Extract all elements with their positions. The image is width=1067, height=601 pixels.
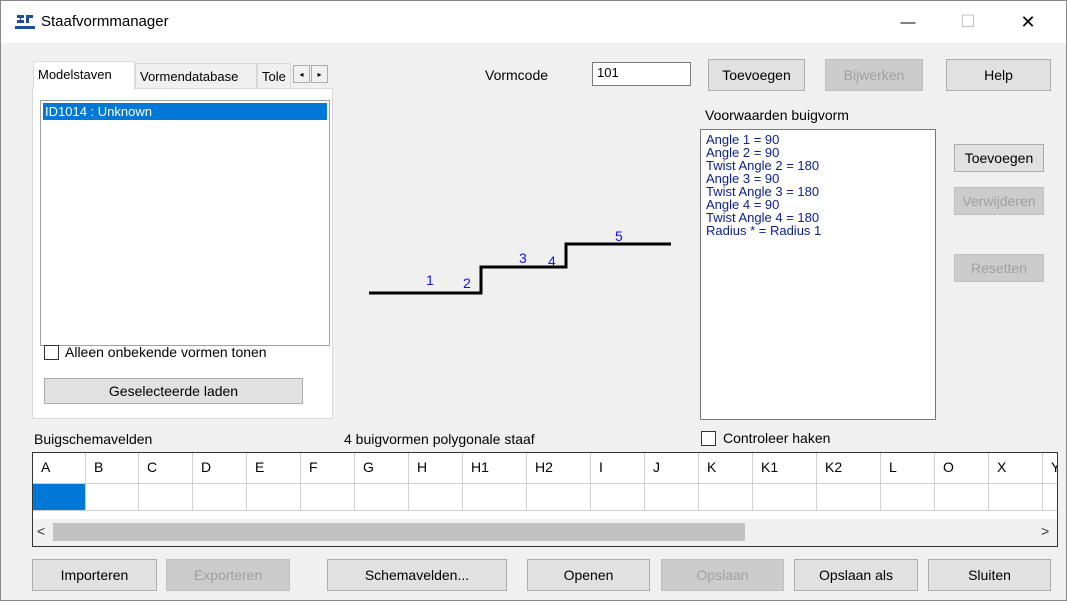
grid-cell[interactable] (301, 483, 355, 511)
save-as-button[interactable]: Opslaan als (794, 559, 918, 591)
maximize-button[interactable]: ☐ (945, 1, 991, 43)
grid-header-cell[interactable]: J (645, 453, 699, 483)
list-item[interactable]: ID1014 : Unknown (43, 103, 327, 120)
grid-header-cell[interactable]: B (86, 453, 139, 483)
import-button[interactable]: Importeren (32, 559, 157, 591)
minimize-icon: — (900, 13, 916, 31)
grid-cell[interactable] (591, 483, 645, 511)
grid-cell[interactable] (1043, 483, 1057, 511)
shape-code-label: Vormcode (485, 67, 549, 83)
grid-header-cell[interactable]: X (989, 453, 1043, 483)
grid-header-cell[interactable]: D (193, 453, 247, 483)
grid-header-cell[interactable]: I (591, 453, 645, 483)
add-condition-button[interactable]: Toevoegen (954, 144, 1044, 172)
export-button[interactable]: Exporteren (166, 559, 290, 591)
tab-tolerances[interactable]: Tole (257, 63, 291, 89)
close-dialog-button[interactable]: Sluiten (928, 559, 1051, 591)
save-button[interactable]: Opslaan (661, 559, 784, 591)
shape-code-input[interactable]: 101 (592, 62, 691, 86)
grid-cell[interactable] (527, 483, 591, 511)
grid-header-cell[interactable]: H1 (463, 453, 527, 483)
scroll-right-icon[interactable]: > (1041, 523, 1049, 539)
help-button[interactable]: Help (946, 59, 1051, 91)
grid-header-cell[interactable]: F (301, 453, 355, 483)
grid-cell[interactable] (881, 483, 935, 511)
grid-cell[interactable] (463, 483, 527, 511)
add-shape-button[interactable]: Toevoegen (708, 59, 805, 91)
tab-scroll-left-button[interactable]: ◂ (293, 65, 310, 83)
close-button[interactable]: ✕ (1005, 1, 1051, 43)
tab-label: Vormendatabase (140, 69, 239, 84)
scrollbar-thumb[interactable] (53, 523, 745, 541)
tab-modelstaven[interactable]: Modelstaven (33, 61, 135, 89)
grid-cell[interactable] (86, 483, 139, 511)
segment-label-4: 4 (548, 253, 556, 269)
grid-cell[interactable] (753, 483, 817, 511)
schema-fields-grid[interactable]: A B C D E F G H H1 H2 I J K K1 K2 L O X … (32, 452, 1058, 547)
window-title: Staafvormmanager (41, 13, 169, 30)
open-button[interactable]: Openen (527, 559, 650, 591)
segment-label-5: 5 (615, 228, 623, 244)
grid-cell-a[interactable] (33, 483, 86, 511)
grid-cell[interactable] (355, 483, 409, 511)
grid-cell[interactable] (409, 483, 463, 511)
update-shape-button[interactable]: Bijwerken (825, 59, 923, 91)
segment-label-2: 2 (463, 275, 471, 291)
grid-value-row (33, 483, 1057, 511)
model-bars-list[interactable]: ID1014 : Unknown (40, 100, 330, 346)
grid-cell[interactable] (699, 483, 753, 511)
shape-count-label: 4 buigvormen polygonale staaf (344, 431, 535, 447)
only-unknown-label: Alleen onbekende vormen tonen (65, 344, 267, 360)
grid-cell[interactable] (247, 483, 301, 511)
grid-header-cell[interactable]: H2 (527, 453, 591, 483)
load-selected-button[interactable]: Geselecteerde laden (44, 378, 303, 404)
segment-label-3: 3 (519, 250, 527, 266)
condition-line: Radius * = Radius 1 (706, 223, 822, 238)
schema-fields-button[interactable]: Schemavelden... (327, 559, 507, 591)
grid-cell[interactable] (193, 483, 247, 511)
tab-label: Modelstaven (38, 67, 112, 82)
grid-header-cell[interactable]: C (139, 453, 193, 483)
grid-cell[interactable] (817, 483, 881, 511)
title-bar: Staafvormmanager — ☐ ✕ (1, 1, 1066, 43)
shape-preview-canvas: 1 2 3 4 5 (369, 228, 671, 295)
triangle-left-icon: ◂ (299, 69, 304, 79)
grid-cell[interactable] (139, 483, 193, 511)
grid-header-cell[interactable]: A (33, 453, 86, 483)
schema-fields-label: Buigschemavelden (34, 431, 153, 447)
grid-header-cell[interactable]: O (935, 453, 989, 483)
grid-cell[interactable] (989, 483, 1043, 511)
grid-cell[interactable] (935, 483, 989, 511)
tab-label: Tole (262, 69, 286, 84)
grid-header-cell[interactable]: E (247, 453, 301, 483)
segment-label-1: 1 (426, 272, 434, 288)
conditions-textbox[interactable]: Angle 1 = 90 Angle 2 = 90 Twist Angle 2 … (700, 129, 936, 420)
triangle-right-icon: ▸ (317, 69, 322, 79)
grid-cell[interactable] (645, 483, 699, 511)
reset-conditions-button[interactable]: Resetten (954, 254, 1044, 282)
grid-header-cell[interactable]: K2 (817, 453, 881, 483)
grid-header-cell[interactable]: L (881, 453, 935, 483)
grid-header-cell[interactable]: H (409, 453, 463, 483)
grid-horizontal-scrollbar[interactable]: < > (33, 519, 1057, 546)
grid-header-cell[interactable]: G (355, 453, 409, 483)
check-hooks-label: Controleer haken (723, 430, 831, 446)
tab-scroll-right-button[interactable]: ▸ (311, 65, 328, 83)
grid-header-cell[interactable]: K1 (753, 453, 817, 483)
check-hooks-checkbox[interactable] (701, 431, 716, 446)
grid-header-row: A B C D E F G H H1 H2 I J K K1 K2 L O X … (33, 453, 1057, 483)
minimize-button[interactable]: — (885, 1, 931, 43)
staafvormmanager-window: Staafvormmanager — ☐ ✕ Modelstaven Vorme… (0, 0, 1067, 601)
only-unknown-checkbox[interactable] (44, 345, 59, 360)
conditions-label: Voorwaarden buigvorm (705, 107, 849, 123)
maximize-icon: ☐ (960, 12, 976, 31)
close-icon: ✕ (1020, 11, 1036, 32)
grid-header-cell[interactable]: Y (1043, 453, 1057, 483)
app-icon (15, 15, 35, 29)
remove-condition-button[interactable]: Verwijderen (954, 187, 1044, 215)
grid-header-cell[interactable]: K (699, 453, 753, 483)
scroll-left-icon[interactable]: < (37, 523, 45, 539)
tab-vormendatabase[interactable]: Vormendatabase (135, 63, 257, 89)
